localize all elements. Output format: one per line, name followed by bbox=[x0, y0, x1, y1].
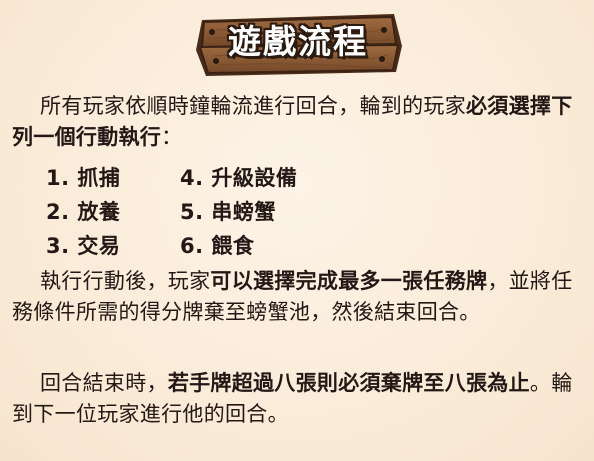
end-turn-paragraph: 回合結束時，若手牌超過八張則必須棄牌至八張為止。輪到下一位玩家進行他的回合。 bbox=[12, 368, 584, 430]
action-item: 6. 餵食 bbox=[180, 234, 255, 258]
action-item: 5. 串螃蟹 bbox=[180, 200, 276, 224]
end-turn-bold: 若手牌超過八張則必須棄牌至八張為止 bbox=[167, 371, 530, 395]
action-row: 3. 交易 6. 餵食 bbox=[46, 229, 406, 263]
after-action-lead: 執行行動後，玩家 bbox=[40, 269, 211, 293]
intro-end: ： bbox=[161, 125, 183, 149]
action-row: 2. 放養 5. 串螃蟹 bbox=[46, 195, 406, 229]
action-list: 1. 抓捕 4. 升級設備 2. 放養 5. 串螃蟹 3. 交易 6. 餵食 bbox=[46, 161, 406, 263]
action-item: 1. 抓捕 bbox=[46, 166, 121, 190]
after-action-paragraph: 執行行動後，玩家可以選擇完成最多一張任務牌，並將任務條件所需的得分牌棄至螃蟹池，… bbox=[12, 266, 584, 328]
after-action-bold: 可以選擇完成最多一張任務牌 bbox=[210, 269, 488, 293]
intro-paragraph: 所有玩家依順時鐘輪流進行回合，輪到的玩家必須選擇下列一個行動執行： bbox=[12, 91, 584, 153]
rules-page: 遊戲流程 所有玩家依順時鐘輪流進行回合，輪到的玩家必須選擇下列一個行動執行： 1… bbox=[0, 0, 594, 461]
action-item: 2. 放養 bbox=[46, 200, 121, 224]
action-item: 4. 升級設備 bbox=[180, 166, 298, 190]
title-wooden-sign: 遊戲流程 bbox=[188, 10, 408, 80]
end-turn-lead: 回合結束時， bbox=[40, 371, 168, 395]
intro-text: 所有玩家依順時鐘輪流進行回合，輪到的玩家 bbox=[40, 94, 466, 118]
action-item: 3. 交易 bbox=[46, 234, 121, 258]
action-row: 1. 抓捕 4. 升級設備 bbox=[46, 161, 406, 195]
page-title: 遊戲流程 bbox=[228, 22, 368, 61]
